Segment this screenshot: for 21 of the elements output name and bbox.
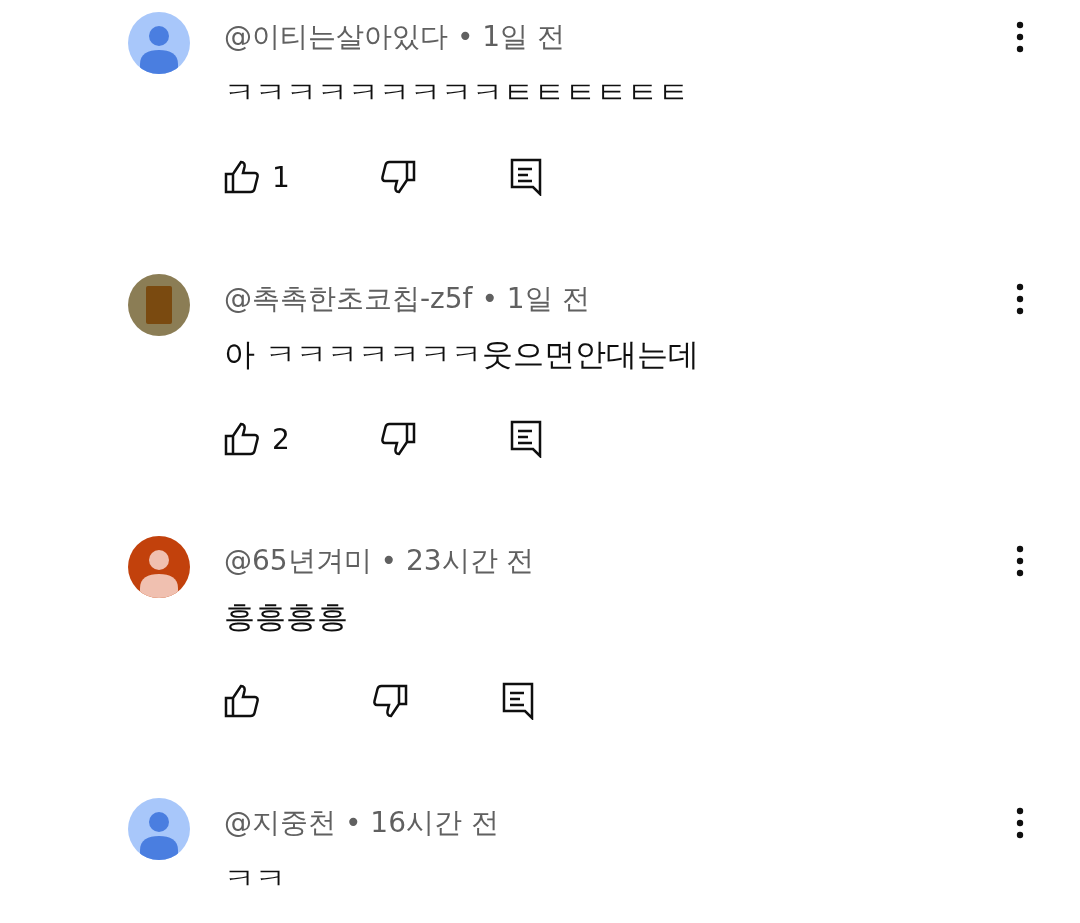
- comment-text: 아 ㅋㅋㅋㅋㅋㅋㅋ웃으면안대는데: [224, 335, 700, 374]
- more-vertical-icon: [1016, 21, 1024, 53]
- like-button[interactable]: 2: [224, 422, 290, 456]
- dislike-button[interactable]: [379, 160, 416, 194]
- comment-author-and-time: @65년겨미 • 23시간 전: [224, 543, 535, 579]
- more-vertical-icon: [1016, 807, 1024, 839]
- comment-text: ㅋㅋ: [224, 859, 287, 898]
- like-button[interactable]: 1: [224, 160, 290, 194]
- comment-text: 흥흥흥흥: [224, 597, 349, 636]
- dislike-button[interactable]: [372, 684, 408, 718]
- like-button[interactable]: [224, 684, 260, 718]
- dislike-button[interactable]: [379, 422, 416, 456]
- reply-button[interactable]: [502, 682, 534, 720]
- comment-text: ㅋㅋㅋㅋㅋㅋㅋㅋㅋㅌㅌㅌㅌㅌㅌ: [224, 73, 690, 112]
- reply-button[interactable]: [509, 420, 542, 458]
- more-vertical-icon: [1016, 545, 1024, 577]
- comment-author-and-time: @촉촉한초코칩-z5f • 1일 전: [224, 281, 590, 317]
- reply-button[interactable]: [509, 158, 542, 196]
- more-vertical-icon: [1016, 283, 1024, 315]
- comment-author-and-time: @이티는살아있다 • 1일 전: [224, 19, 566, 55]
- comment-author-and-time: @지중천 • 16시간 전: [224, 805, 499, 841]
